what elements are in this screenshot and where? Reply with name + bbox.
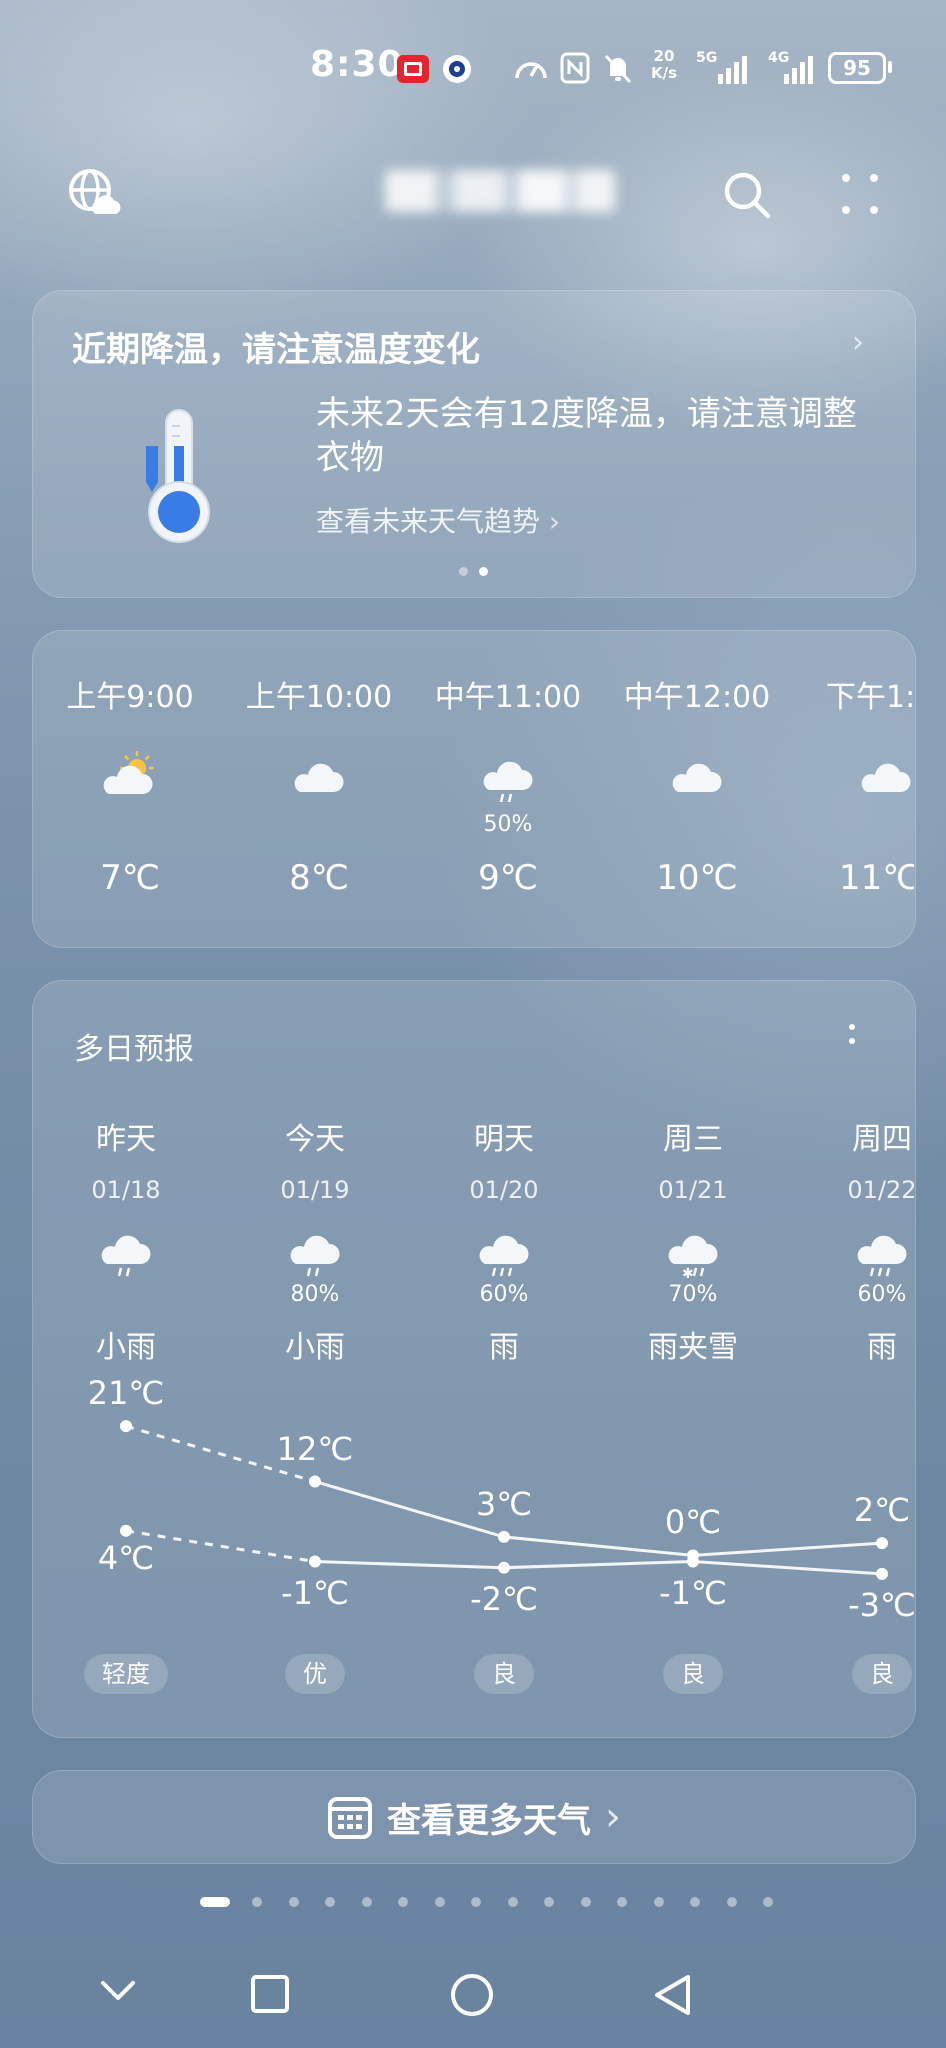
- page-dot: [544, 1897, 554, 1907]
- aqi-badge: 良: [474, 1654, 534, 1694]
- page-dot: [471, 1897, 481, 1907]
- day-date: 01/21: [658, 1176, 728, 1204]
- more-weather-label: 查看更多天气: [387, 1800, 591, 1841]
- page-dot-active: [200, 1897, 230, 1907]
- daily-item[interactable]: 明天 01/20 60% 雨: [429, 1114, 579, 1366]
- high-temp-point: [309, 1475, 321, 1488]
- day-name: 周四: [852, 1122, 912, 1157]
- day-precip-prob: 60%: [857, 1282, 907, 1307]
- page-dot: [252, 1897, 262, 1907]
- svg-text:✱: ✱: [682, 1266, 694, 1280]
- rain-icon: [429, 1224, 579, 1282]
- more-weather-button[interactable]: 查看更多天气 ›: [32, 1770, 916, 1864]
- rain-icon: [807, 1224, 914, 1282]
- day-name: 周三: [663, 1122, 723, 1157]
- light-rain-icon: [51, 1224, 201, 1282]
- high-temp-point: [876, 1537, 888, 1550]
- home-circle-icon[interactable]: [450, 1973, 494, 2017]
- day-precip-prob: 70%: [668, 1282, 718, 1307]
- aqi-badge: 良: [663, 1654, 723, 1694]
- day-precip-prob: 60%: [479, 1282, 529, 1307]
- low-temp-point: [120, 1524, 132, 1537]
- daily-item[interactable]: 昨天 01/18 小雨: [51, 1114, 201, 1366]
- page-dot: [653, 1897, 664, 1907]
- page-dot: [726, 1897, 737, 1907]
- sleet-icon: ✱: [618, 1224, 768, 1282]
- chevron-down-icon[interactable]: [100, 1980, 136, 2002]
- high-temp-line: [314, 1480, 883, 1557]
- page-dot: [398, 1897, 408, 1907]
- day-condition: 雨夹雪: [648, 1330, 738, 1365]
- page-dot: [361, 1897, 372, 1907]
- daily-item[interactable]: 周三 01/21 ✱ 70% 雨夹雪: [618, 1114, 768, 1366]
- day-condition: 小雨: [285, 1330, 345, 1365]
- day-condition: 小雨: [96, 1330, 156, 1365]
- page-dot: [580, 1897, 591, 1907]
- day-name: 明天: [474, 1122, 534, 1157]
- aqi-badge: 轻度: [84, 1654, 168, 1694]
- high-temp-point: [498, 1530, 510, 1543]
- day-date: 01/20: [469, 1176, 539, 1204]
- high-temp-past-line: [125, 1424, 316, 1483]
- day-precip-prob: 80%: [290, 1282, 340, 1307]
- day-name: 今天: [285, 1122, 345, 1157]
- low-temp-point: [498, 1561, 510, 1574]
- page-dot: [690, 1897, 700, 1907]
- aqi-badge: 良: [852, 1654, 912, 1694]
- recents-square-icon[interactable]: [250, 1974, 290, 2014]
- aqi-badge: 优: [285, 1654, 345, 1694]
- page-dot: [507, 1897, 518, 1907]
- page-dot: [288, 1897, 299, 1907]
- daily-item[interactable]: 周四 01/22 60% 雨: [807, 1114, 914, 1366]
- page-dot: [434, 1897, 445, 1907]
- page-dot: [763, 1897, 773, 1907]
- day-name: 昨天: [96, 1122, 156, 1157]
- low-temp-point: [687, 1555, 699, 1568]
- page-dot: [325, 1897, 335, 1907]
- temperature-trend-chart: [120, 1420, 888, 1580]
- chevron-right-icon: ›: [605, 1794, 621, 1840]
- day-condition: 雨: [489, 1330, 519, 1365]
- calendar-icon: [328, 1797, 372, 1839]
- day-date: 01/22: [847, 1176, 914, 1204]
- day-precip-prob: [51, 1282, 201, 1308]
- low-temp-point: [309, 1555, 321, 1568]
- light-rain-icon: [240, 1224, 390, 1282]
- low-temp-line: [314, 1560, 883, 1576]
- back-triangle-icon[interactable]: [652, 1974, 692, 2016]
- low-temp-point: [876, 1567, 888, 1580]
- daily-item[interactable]: 今天 01/19 80% 小雨: [240, 1114, 390, 1366]
- day-date: 01/19: [280, 1176, 350, 1204]
- low-temp-past-line: [125, 1529, 316, 1564]
- page-dot: [617, 1897, 627, 1907]
- high-temp-point: [120, 1420, 132, 1433]
- day-condition: 雨: [867, 1330, 897, 1365]
- day-date: 01/18: [91, 1176, 161, 1204]
